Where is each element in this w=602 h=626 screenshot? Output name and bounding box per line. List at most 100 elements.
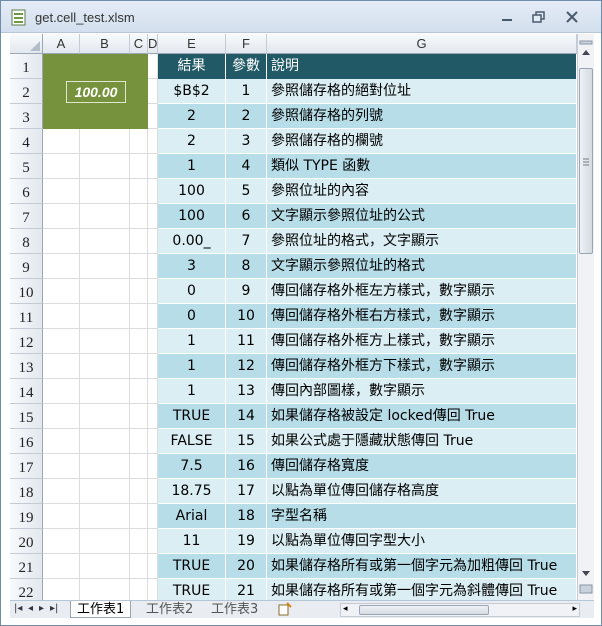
cell-desc[interactable]: 傳回儲存格寬度	[267, 454, 577, 479]
cell-desc[interactable]: 如果儲存格所有或第一個字元為加粗傳回 True	[267, 554, 577, 579]
row-header-2[interactable]: 2	[10, 79, 43, 104]
row-header-6[interactable]: 6	[10, 179, 43, 204]
cell-desc[interactable]: 參照儲存格的欄號	[267, 129, 577, 154]
first-sheet-icon[interactable]: |◂	[14, 603, 22, 614]
select-all-corner[interactable]	[10, 34, 43, 54]
cell-param[interactable]: 2	[226, 104, 267, 129]
cell-result[interactable]: TRUE	[158, 579, 226, 600]
cell-param[interactable]: 7	[226, 229, 267, 254]
cell-result[interactable]: 100	[158, 179, 226, 204]
cell-param[interactable]: 15	[226, 429, 267, 454]
row-header-22[interactable]: 22	[10, 579, 43, 600]
row-header-13[interactable]: 13	[10, 354, 43, 379]
cell-result[interactable]: 3	[158, 254, 226, 279]
cell-b2[interactable]: 100.00	[66, 81, 126, 103]
column-header-g[interactable]: G	[267, 34, 577, 54]
cell-result[interactable]: 1	[158, 379, 226, 404]
cell-result[interactable]: 7.5	[158, 454, 226, 479]
cell-param[interactable]: 20	[226, 554, 267, 579]
next-sheet-icon[interactable]: ▸	[39, 603, 44, 614]
cell-result[interactable]: 2	[158, 129, 226, 154]
split-box-bottom-icon[interactable]	[579, 582, 593, 596]
restore-button[interactable]	[526, 7, 552, 27]
cell-param[interactable]: 17	[226, 479, 267, 504]
row-header-20[interactable]: 20	[10, 529, 43, 554]
scroll-left-icon[interactable]: ◂	[343, 604, 348, 614]
header-desc[interactable]: 說明	[267, 54, 577, 79]
cell-param[interactable]: 12	[226, 354, 267, 379]
cell-result[interactable]: 1	[158, 329, 226, 354]
cell-param[interactable]: 13	[226, 379, 267, 404]
cell-result[interactable]: 100	[158, 204, 226, 229]
sheet-tab-3[interactable]: 工作表3	[205, 601, 264, 618]
cell-desc[interactable]: 傳回儲存格外框左方樣式，數字顯示	[267, 279, 577, 304]
cell-param[interactable]: 10	[226, 304, 267, 329]
cell-desc[interactable]: 以點為單位傳回字型大小	[267, 529, 577, 554]
scroll-down-icon[interactable]	[579, 566, 593, 580]
horizontal-scroll-thumb[interactable]	[359, 605, 489, 615]
cell-desc[interactable]: 字型名稱	[267, 504, 577, 529]
cell-desc[interactable]: 參照位址的格式，文字顯示	[267, 229, 577, 254]
worksheet-grid[interactable]: A B C D E F G 1 2 3 4 5 6 7 8 9 10 11 12 13 14 15 16 17 18 19 20 21…	[10, 34, 577, 600]
cell-result[interactable]: TRUE	[158, 554, 226, 579]
cell-result[interactable]: 2	[158, 104, 226, 129]
row-header-18[interactable]: 18	[10, 479, 43, 504]
column-header-f[interactable]: F	[226, 34, 267, 54]
horizontal-scrollbar[interactable]: ◂ ▸	[340, 603, 580, 617]
row-header-15[interactable]: 15	[10, 404, 43, 429]
cell-result[interactable]: 0	[158, 304, 226, 329]
cell-desc[interactable]: 參照儲存格的列號	[267, 104, 577, 129]
cell-desc[interactable]: 傳回儲存格外框方上樣式，數字顯示	[267, 329, 577, 354]
cell-result[interactable]: TRUE	[158, 404, 226, 429]
cell-result[interactable]: 1	[158, 354, 226, 379]
row-header-3[interactable]: 3	[10, 104, 43, 129]
row-header-8[interactable]: 8	[10, 229, 43, 254]
cell-param[interactable]: 3	[226, 129, 267, 154]
column-header-e[interactable]: E	[158, 34, 226, 54]
sheet-tab-1[interactable]: 工作表1	[70, 601, 132, 618]
cell-param[interactable]: 19	[226, 529, 267, 554]
scroll-up-icon[interactable]	[579, 46, 593, 60]
cell-result[interactable]: 0.00_	[158, 229, 226, 254]
scroll-right-icon[interactable]: ▸	[572, 604, 577, 614]
row-header-7[interactable]: 7	[10, 204, 43, 229]
row-header-12[interactable]: 12	[10, 329, 43, 354]
cell-result[interactable]: 18.75	[158, 479, 226, 504]
cell-desc[interactable]: 如果公式處于隱藏狀態傳回 True	[267, 429, 577, 454]
cell-result[interactable]: FALSE	[158, 429, 226, 454]
row-header-17[interactable]: 17	[10, 454, 43, 479]
cell-desc[interactable]: 文字顯示參照位址的格式	[267, 254, 577, 279]
cell-param[interactable]: 11	[226, 329, 267, 354]
cell-desc[interactable]: 如果儲存格被設定 locked傳回 True	[267, 404, 577, 429]
cell-desc[interactable]: 參照位址的內容	[267, 179, 577, 204]
cell-param[interactable]: 21	[226, 579, 267, 600]
cell-result[interactable]: 1	[158, 154, 226, 179]
cell-result[interactable]: Arial	[158, 504, 226, 529]
cell-result[interactable]: 11	[158, 529, 226, 554]
cell-desc[interactable]: 類似 TYPE 函數	[267, 154, 577, 179]
row-header-19[interactable]: 19	[10, 504, 43, 529]
row-header-14[interactable]: 14	[10, 379, 43, 404]
cell-param[interactable]: 9	[226, 279, 267, 304]
cell-desc[interactable]: 文字顯示參照位址的公式	[267, 204, 577, 229]
cell-param[interactable]: 4	[226, 154, 267, 179]
cell-desc[interactable]: 如果儲存格所有或第一個字元為斜體傳回 True	[267, 579, 577, 600]
cell-param[interactable]: 6	[226, 204, 267, 229]
row-header-4[interactable]: 4	[10, 129, 43, 154]
column-header-d[interactable]: D	[148, 34, 158, 54]
row-header-9[interactable]: 9	[10, 254, 43, 279]
close-button[interactable]	[559, 7, 585, 27]
vertical-scrollbar[interactable]	[577, 34, 594, 600]
cell-param[interactable]: 18	[226, 504, 267, 529]
row-header-11[interactable]: 11	[10, 304, 43, 329]
cell-param[interactable]: 8	[226, 254, 267, 279]
cell-result[interactable]: 0	[158, 279, 226, 304]
minimize-button[interactable]	[494, 7, 520, 27]
cell-desc[interactable]: 參照儲存格的絕對位址	[267, 79, 577, 104]
row-header-5[interactable]: 5	[10, 154, 43, 179]
row-header-16[interactable]: 16	[10, 429, 43, 454]
row-header-1[interactable]: 1	[10, 54, 43, 79]
last-sheet-icon[interactable]: ▸|	[50, 603, 58, 614]
header-result[interactable]: 結果	[158, 54, 226, 79]
cell-param[interactable]: 1	[226, 79, 267, 104]
